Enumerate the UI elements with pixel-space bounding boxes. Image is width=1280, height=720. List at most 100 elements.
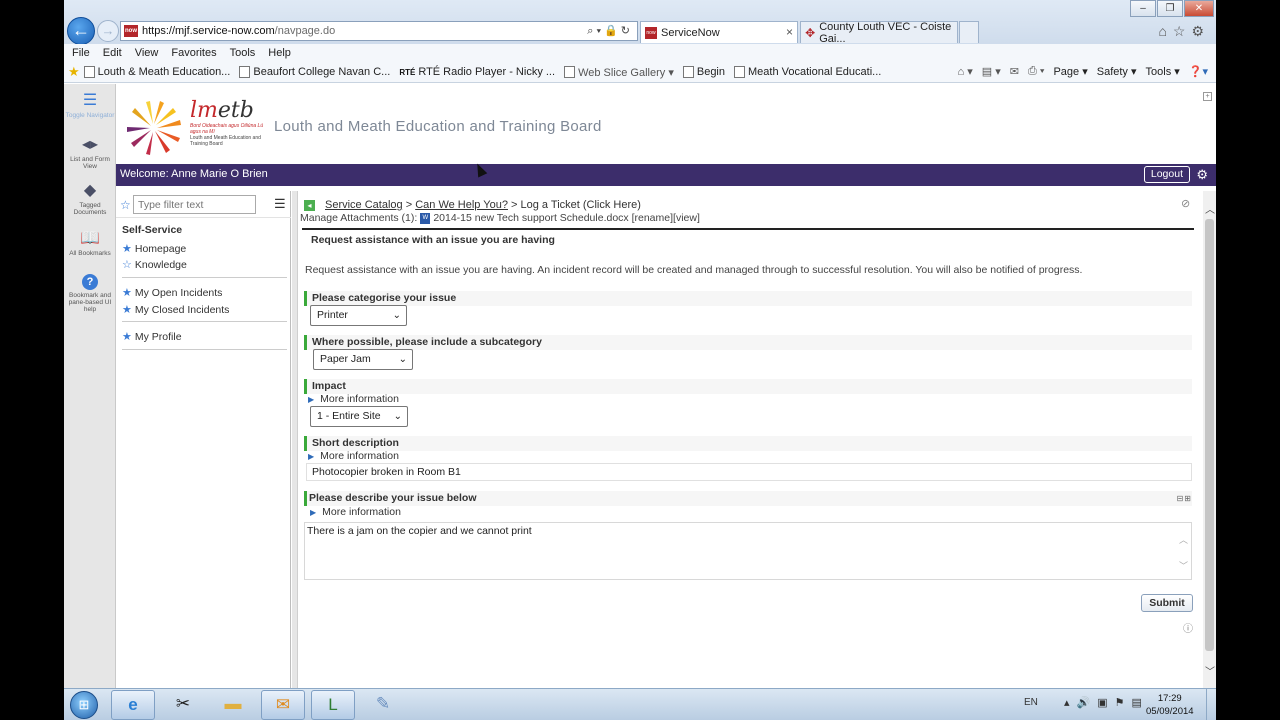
manage-attachments-link[interactable]: Manage Attachments (1): bbox=[300, 212, 417, 224]
tab-servicenow[interactable]: now ServiceNow × bbox=[640, 21, 798, 43]
attachment-file[interactable]: 2014-15 new Tech support Schedule.docx bbox=[433, 212, 628, 224]
scroll-up-icon[interactable]: ︿ bbox=[1179, 533, 1188, 546]
restore-button[interactable]: ❐ bbox=[1157, 0, 1183, 17]
nav-item-my-open-incidents[interactable]: ★ My Open Incidents bbox=[122, 286, 222, 300]
back-button[interactable]: ← bbox=[67, 17, 95, 45]
menu-edit[interactable]: Edit bbox=[103, 47, 122, 59]
tools-menu[interactable]: Tools ▾ bbox=[1146, 65, 1180, 78]
favorite-link[interactable]: Meath Vocational Educati... bbox=[734, 66, 881, 78]
scroll-up-icon[interactable]: ︿ bbox=[1205, 201, 1215, 216]
ui-help-button[interactable]: ? Bookmark and pane-based UI help bbox=[64, 274, 116, 313]
tab-label: ServiceNow bbox=[661, 26, 720, 39]
safety-menu[interactable]: Safety ▾ bbox=[1097, 65, 1137, 78]
rail-label: Bookmark and pane-based UI help bbox=[68, 292, 112, 313]
menu-favorites[interactable]: Favorites bbox=[171, 47, 216, 59]
taskbar-pinned-tool[interactable]: ✎ bbox=[361, 690, 405, 720]
toggle-navigator-button[interactable]: ☰ Toggle Navigator bbox=[64, 92, 116, 119]
logout-button[interactable]: Logout bbox=[1143, 166, 1190, 183]
nav-item-homepage[interactable]: ★ Homepage bbox=[122, 242, 186, 256]
taskbar-explorer[interactable]: ▬ bbox=[211, 690, 255, 720]
home-icon[interactable]: ⌂ ▾ bbox=[958, 65, 973, 78]
gear-icon[interactable]: ⚙ bbox=[1196, 167, 1208, 183]
attachment-actions[interactable]: [rename][view] bbox=[632, 212, 700, 224]
start-button[interactable]: ⊞ bbox=[70, 691, 98, 719]
filter-input[interactable] bbox=[133, 195, 256, 214]
folder-icon: ▬ bbox=[224, 694, 242, 713]
scroll-down-icon[interactable]: ﹀ bbox=[1179, 559, 1188, 572]
windows-taskbar: ⊞ e ✂ ▬ ✉ L ✎ EN ▴🔊▣⚑▤ 17:29 05/09/2014 bbox=[64, 688, 1216, 720]
chevron-down-icon: ⌄ bbox=[392, 310, 401, 321]
page-menu[interactable]: Page ▾ bbox=[1053, 65, 1087, 78]
org-title: Louth and Meath Education and Training B… bbox=[274, 118, 602, 135]
collapse-header-icon[interactable]: + bbox=[1203, 92, 1212, 101]
divider bbox=[122, 321, 287, 322]
taskbar-internet-explorer[interactable]: e bbox=[111, 690, 155, 720]
short-description-input[interactable]: Photocopier broken in Room B1 bbox=[306, 463, 1192, 481]
system-clock[interactable]: 17:29 05/09/2014 bbox=[1146, 692, 1194, 718]
breadcrumb-can-we-help[interactable]: Can We Help You? bbox=[415, 199, 508, 211]
menu-help[interactable]: Help bbox=[268, 47, 291, 59]
address-bar[interactable]: now https://mjf.service-now.com/navpage.… bbox=[120, 21, 638, 41]
favorites-star-icon[interactable]: ★ bbox=[68, 64, 80, 80]
mail-icon[interactable]: ✉ bbox=[1010, 65, 1019, 78]
forward-button[interactable]: → bbox=[97, 20, 119, 42]
system-tray-icons[interactable]: ▴🔊▣⚑▤ bbox=[1064, 696, 1149, 709]
page-icon bbox=[564, 66, 576, 78]
close-tab-icon[interactable]: × bbox=[786, 25, 793, 39]
describe-more-info[interactable]: ▶ More information bbox=[310, 506, 401, 518]
help-icon[interactable]: ❓▾ bbox=[1189, 65, 1208, 78]
favorite-link[interactable]: Web Slice Gallery ▾ bbox=[564, 66, 674, 79]
tagged-documents-button[interactable]: ◆ Tagged Documents bbox=[64, 182, 116, 216]
category-select[interactable]: Printer ⌄ bbox=[310, 305, 407, 326]
lync-icon: L bbox=[328, 695, 338, 714]
taskbar-snipping-tool[interactable]: ✂ bbox=[161, 690, 205, 720]
menu-file[interactable]: File bbox=[72, 47, 90, 59]
star-icon: ★ bbox=[122, 287, 132, 299]
scroll-down-icon[interactable]: ﹀ bbox=[1205, 663, 1215, 678]
breadcrumb-service-catalog[interactable]: Service Catalog bbox=[325, 199, 403, 211]
short-description-more-info[interactable]: ▶ More information bbox=[308, 450, 399, 462]
address-bar-icons[interactable]: ⌕▾🔒↻ bbox=[587, 24, 633, 38]
question-category-label: Please categorise your issue bbox=[304, 291, 1192, 306]
tab-county-louth[interactable]: ✥ County Louth VEC - Coiste Gai... bbox=[800, 21, 958, 45]
favorite-link[interactable]: Louth & Meath Education... bbox=[83, 66, 230, 78]
all-bookmarks-button[interactable]: 📖 All Bookmarks bbox=[64, 230, 116, 257]
list-form-view-button[interactable]: ◂▸ List and Form View bbox=[64, 136, 116, 170]
new-tab-button[interactable] bbox=[959, 21, 979, 43]
favorites-bar: ★ Louth & Meath Education... Beaufort Co… bbox=[64, 62, 1216, 83]
paperclip-icon[interactable]: ⊘ bbox=[1181, 197, 1190, 210]
favorite-link[interactable]: RTÉ RTÉ Radio Player - Nicky ... bbox=[399, 66, 555, 78]
language-indicator[interactable]: EN bbox=[1024, 697, 1038, 708]
menu-view[interactable]: View bbox=[135, 47, 159, 59]
submit-button[interactable]: Submit bbox=[1141, 594, 1193, 612]
scrollbar-thumb[interactable] bbox=[1205, 219, 1214, 651]
feeds-icon[interactable]: ▤ ▾ bbox=[982, 65, 1001, 78]
favorites-star-icon[interactable]: ☆ bbox=[120, 198, 131, 212]
nav-item-knowledge[interactable]: ☆ Knowledge bbox=[122, 258, 187, 272]
nav-item-my-closed-incidents[interactable]: ★ My Closed Incidents bbox=[122, 303, 229, 317]
menu-icon[interactable]: ☰ bbox=[274, 196, 286, 212]
taskbar-outlook[interactable]: ✉ bbox=[261, 690, 305, 720]
content-scrollbar[interactable]: ︿ ﹀ bbox=[1203, 191, 1216, 688]
impact-select[interactable]: 1 - Entire Site ⌄ bbox=[310, 406, 408, 427]
favorite-link[interactable]: Beaufort College Navan C... bbox=[239, 66, 390, 78]
menu-tools[interactable]: Tools bbox=[230, 47, 256, 59]
browser-window: ← → now https://mjf.service-now.com/navp… bbox=[64, 0, 1216, 720]
issue-description-textarea[interactable]: There is a jam on the copier and we cann… bbox=[304, 522, 1192, 580]
impact-more-info[interactable]: ▶ More information bbox=[308, 393, 399, 405]
page-icon bbox=[734, 66, 745, 78]
info-icon[interactable]: ⓘ bbox=[1183, 620, 1193, 635]
expand-collapse-icon[interactable]: ⊟⊞ bbox=[1177, 494, 1192, 503]
browser-toolbar: ← → now https://mjf.service-now.com/navp… bbox=[64, 0, 1216, 45]
print-icon[interactable]: ⎙ ▾ bbox=[1028, 65, 1044, 78]
favorite-link[interactable]: Begin bbox=[682, 66, 725, 78]
close-window-button[interactable]: ✕ bbox=[1184, 0, 1214, 17]
nav-item-my-profile[interactable]: ★ My Profile bbox=[122, 330, 182, 344]
minimize-button[interactable]: – bbox=[1130, 0, 1156, 17]
nav-section-self-service[interactable]: Self-Service bbox=[122, 224, 182, 236]
subcategory-select[interactable]: Paper Jam ⌄ bbox=[313, 349, 413, 370]
show-desktop-button[interactable] bbox=[1206, 689, 1216, 720]
home-favorites-settings-icons[interactable]: ⌂☆⚙ bbox=[1158, 23, 1210, 40]
taskbar-lync[interactable]: L bbox=[311, 690, 355, 720]
back-arrow-icon[interactable]: ◂ bbox=[304, 199, 315, 211]
